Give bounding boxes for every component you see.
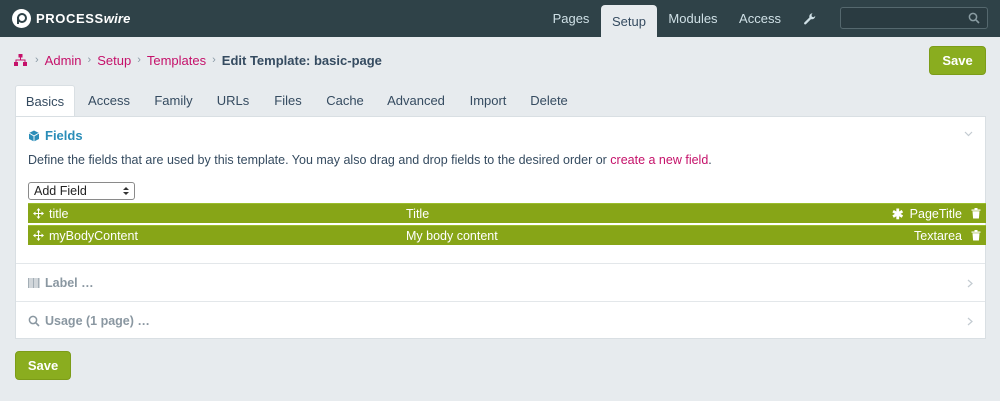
fields-description: Define the fields that are used by this … bbox=[28, 153, 712, 167]
add-field-label: Add Field bbox=[34, 184, 87, 198]
breadcrumb-setup[interactable]: Setup bbox=[97, 53, 131, 68]
tab-delete[interactable]: Delete bbox=[522, 85, 576, 116]
tab-files[interactable]: Files bbox=[264, 85, 312, 116]
tab-basics[interactable]: Basics bbox=[15, 85, 75, 117]
select-arrows-icon bbox=[123, 187, 129, 195]
tab-advanced[interactable]: Advanced bbox=[379, 85, 453, 116]
field-name[interactable]: title bbox=[49, 207, 68, 221]
wrench-icon[interactable] bbox=[803, 12, 817, 26]
chevron-down-icon[interactable] bbox=[964, 129, 973, 138]
tab-urls[interactable]: URLs bbox=[208, 85, 258, 116]
label-section-text: Label … bbox=[45, 276, 94, 290]
tab-access[interactable]: Access bbox=[80, 85, 138, 116]
fields-title: Fields bbox=[45, 128, 83, 143]
nav-pages[interactable]: Pages bbox=[543, 0, 599, 37]
description-text: Define the fields that are used by this … bbox=[28, 153, 611, 167]
nav-access[interactable]: Access bbox=[730, 0, 790, 37]
nav-setup[interactable]: Setup bbox=[601, 5, 657, 37]
create-new-field-link[interactable]: create a new field bbox=[610, 153, 708, 167]
field-type: Textarea bbox=[914, 229, 962, 243]
breadcrumb-separator: › bbox=[35, 54, 39, 66]
tab-cache[interactable]: Cache bbox=[318, 85, 372, 116]
field-label: Title bbox=[406, 207, 430, 221]
sitemap-icon[interactable] bbox=[14, 54, 27, 66]
search-input[interactable] bbox=[840, 7, 988, 29]
top-bar: PROCESSwire Pages Setup Modules Access bbox=[0, 0, 1000, 37]
move-icon[interactable] bbox=[33, 208, 44, 219]
description-suffix: . bbox=[708, 153, 712, 167]
field-type-label: PageTitle bbox=[909, 207, 962, 221]
processwire-logo-icon bbox=[12, 8, 31, 28]
move-icon[interactable] bbox=[33, 230, 44, 241]
breadcrumb-templates[interactable]: Templates bbox=[147, 53, 206, 68]
field-name[interactable]: myBodyContent bbox=[49, 229, 138, 243]
save-button-top[interactable]: Save bbox=[929, 46, 986, 75]
cube-icon bbox=[28, 130, 40, 141]
barcode-icon bbox=[28, 278, 40, 288]
fields-panel: Fields Define the fields that are used b… bbox=[15, 116, 986, 339]
add-field-select[interactable]: Add Field bbox=[28, 182, 135, 200]
breadcrumb-separator: › bbox=[212, 54, 216, 66]
field-type: ✱ PageTitle bbox=[892, 207, 962, 221]
field-row-mybodycontent[interactable]: myBodyContent My body content Textarea bbox=[28, 225, 986, 245]
field-label: My body content bbox=[406, 229, 498, 243]
usage-section-title[interactable]: Usage (1 page) … bbox=[28, 314, 150, 328]
tab-family[interactable]: Family bbox=[145, 85, 202, 116]
trash-icon[interactable] bbox=[971, 208, 981, 219]
fields-header[interactable]: Fields bbox=[28, 128, 83, 143]
field-row-title[interactable]: title Title ✱ PageTitle bbox=[28, 203, 986, 223]
usage-section[interactable]: Usage (1 page) … bbox=[16, 301, 985, 339]
breadcrumb: › Admin › Setup › Templates › Edit Templ… bbox=[14, 52, 382, 68]
trash-icon[interactable] bbox=[971, 230, 981, 241]
usage-section-text: Usage (1 page) … bbox=[45, 314, 150, 328]
breadcrumb-admin[interactable]: Admin bbox=[45, 53, 82, 68]
tab-import[interactable]: Import bbox=[460, 85, 516, 116]
search-icon bbox=[28, 315, 40, 327]
label-section[interactable]: Label … bbox=[16, 263, 985, 301]
label-section-title[interactable]: Label … bbox=[28, 276, 94, 290]
save-button-bottom[interactable]: Save bbox=[15, 351, 71, 380]
breadcrumb-separator: › bbox=[137, 54, 141, 66]
logo-text: PROCESSwire bbox=[36, 10, 131, 26]
processwire-logo[interactable]: PROCESSwire bbox=[12, 8, 131, 28]
chevron-right-icon[interactable] bbox=[967, 317, 973, 326]
chevron-right-icon[interactable] bbox=[967, 279, 973, 288]
page-title: Edit Template: basic-page bbox=[221, 52, 382, 68]
required-icon: ✱ bbox=[891, 206, 904, 222]
nav-modules[interactable]: Modules bbox=[662, 0, 724, 37]
breadcrumb-separator: › bbox=[87, 54, 92, 66]
field-type-label: Textarea bbox=[914, 229, 962, 243]
search-icon[interactable] bbox=[968, 12, 980, 24]
